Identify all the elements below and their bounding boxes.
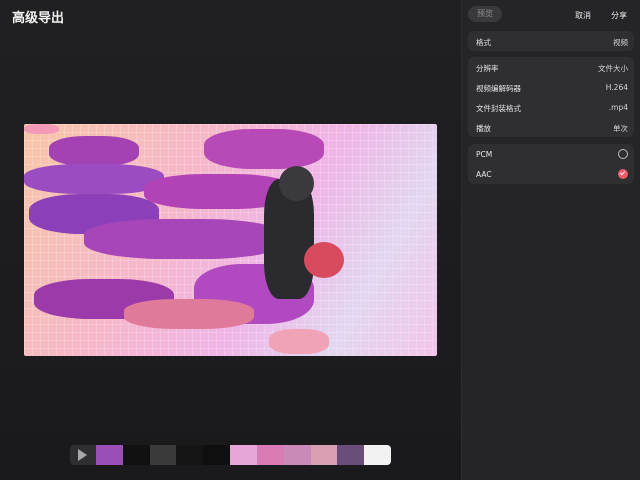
art-blob [204, 129, 324, 169]
export-settings-panel: 预览 取消 分享 格式 视频 分辨率 文件大小 视频编解码器 H.264 文件封… [461, 0, 640, 480]
page-title: 高级导出 [12, 11, 65, 26]
art-blob [24, 124, 59, 134]
timeline-frame [364, 445, 391, 465]
resolution-value: 文件大小 [598, 64, 628, 73]
format-value: 视频 [613, 38, 628, 47]
timeline-frame [96, 445, 123, 465]
video-settings-group: 分辨率 文件大小 视频编解码器 H.264 文件封装格式 .mp4 播放 单次 [468, 57, 634, 137]
timeline-frame [203, 445, 231, 465]
codec-label: 视频编解码器 [476, 84, 521, 93]
playback-value: 单次 [613, 124, 628, 133]
format-group: 格式 视频 [468, 31, 634, 51]
art-head [279, 166, 314, 201]
audio-codec-group: PCM AAC [468, 144, 634, 184]
timeline-frames[interactable] [96, 445, 391, 465]
format-label: 格式 [476, 38, 491, 47]
timeline-frame [122, 445, 150, 465]
audio-option-pcm[interactable]: PCM [468, 144, 634, 164]
art-blob [24, 164, 164, 194]
video-preview[interactable] [24, 124, 437, 356]
share-button[interactable]: 分享 [611, 10, 627, 21]
audio-option-aac[interactable]: AAC [468, 164, 634, 184]
art-blob [269, 329, 329, 354]
container-value: .mp4 [608, 103, 628, 112]
timeline-frame [310, 445, 338, 465]
art-blob [84, 219, 284, 259]
format-row[interactable]: 格式 视频 [468, 31, 634, 51]
codec-row[interactable]: 视频编解码器 H.264 [468, 77, 634, 97]
audio-option-label: PCM [476, 150, 493, 159]
resolution-label: 分辨率 [476, 64, 499, 73]
radio-unchecked-icon[interactable] [618, 149, 628, 159]
timeline-frame [337, 445, 365, 465]
preview-button[interactable]: 预览 [468, 6, 502, 22]
container-label: 文件封装格式 [476, 104, 521, 113]
basketball-image [304, 242, 344, 278]
playback-row[interactable]: 播放 单次 [468, 117, 634, 137]
art-blob [124, 299, 254, 329]
timeline-frame [283, 445, 311, 465]
timeline-strip[interactable] [70, 445, 391, 465]
art-blob [49, 136, 139, 166]
timeline-frame [176, 445, 204, 465]
timeline-frame [149, 445, 177, 465]
main-area: 高级导出 [0, 0, 461, 480]
play-icon[interactable] [78, 449, 87, 461]
panel-toolbar: 预览 取消 分享 [462, 0, 640, 30]
playback-label: 播放 [476, 124, 491, 133]
codec-value: H.264 [605, 83, 628, 92]
container-row[interactable]: 文件封装格式 .mp4 [468, 97, 634, 117]
timeline-frame [256, 445, 284, 465]
cancel-button[interactable]: 取消 [575, 10, 591, 21]
resolution-row[interactable]: 分辨率 文件大小 [468, 57, 634, 77]
timeline-frame [230, 445, 257, 465]
radio-checked-icon[interactable] [618, 169, 628, 179]
audio-option-label: AAC [476, 170, 492, 179]
